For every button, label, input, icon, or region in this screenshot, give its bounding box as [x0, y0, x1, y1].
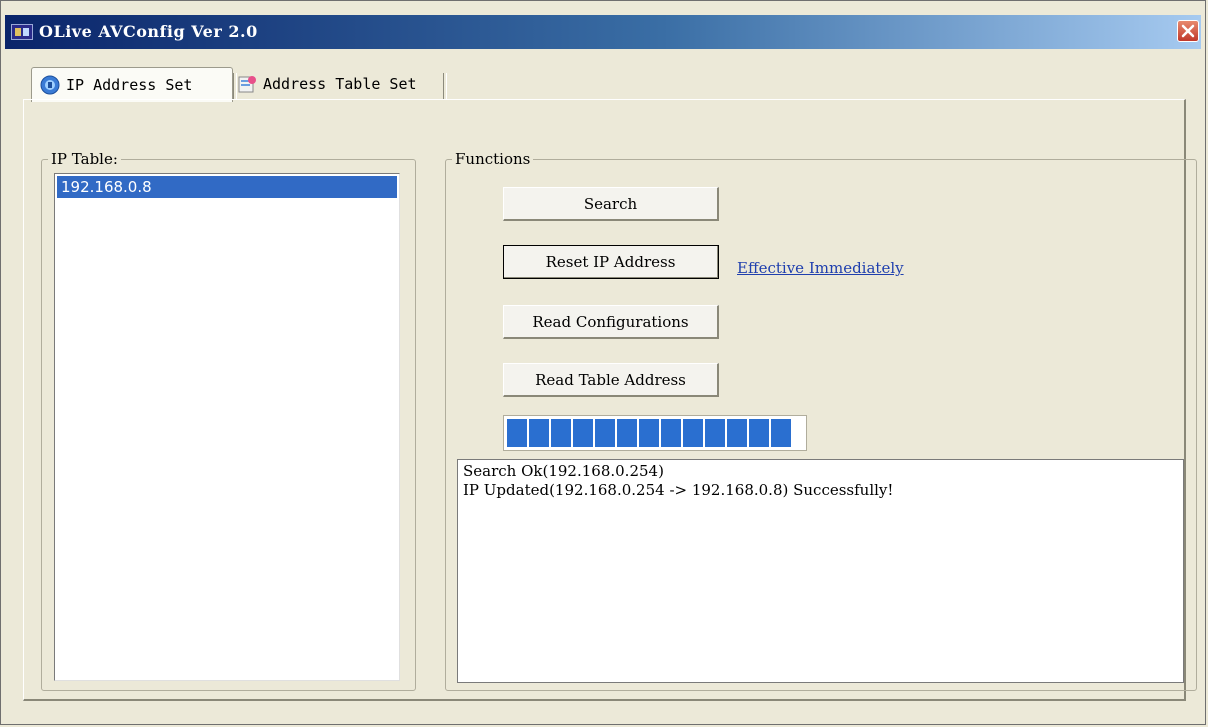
log-output[interactable]: Search Ok(192.168.0.254) IP Updated(192.… [457, 459, 1184, 683]
app-window: OLive AVConfig Ver 2.0 IP Address Set Ad… [0, 0, 1206, 725]
progress-block [617, 419, 637, 447]
tab-separator [443, 73, 447, 99]
progress-block [529, 419, 549, 447]
close-icon [1181, 24, 1195, 38]
progress-block [705, 419, 725, 447]
ip-table-title: IP Table: [48, 150, 121, 168]
progress-fill [507, 419, 803, 447]
progress-block [661, 419, 681, 447]
log-line: IP Updated(192.168.0.254 -> 192.168.0.8)… [463, 481, 894, 499]
read-table-address-button[interactable]: Read Table Address [503, 363, 719, 397]
tab-label: IP Address Set [66, 76, 193, 94]
list-item[interactable]: 192.168.0.8 [57, 176, 397, 198]
ip-table-list[interactable]: 192.168.0.8 [54, 173, 400, 681]
progress-block [507, 419, 527, 447]
progress-bar [503, 415, 807, 451]
progress-block [771, 419, 791, 447]
progress-block [683, 419, 703, 447]
search-button[interactable]: Search [503, 187, 719, 221]
progress-block [595, 419, 615, 447]
progress-block [749, 419, 769, 447]
tab-address-table-set[interactable]: Address Table Set [229, 67, 443, 101]
ip-address-icon [40, 75, 60, 95]
address-table-icon [238, 76, 256, 93]
tab-label: Address Table Set [263, 75, 417, 93]
read-configurations-button[interactable]: Read Configurations [503, 305, 719, 339]
effective-immediately-link[interactable]: Effective Immediately [737, 259, 904, 277]
log-line: Search Ok(192.168.0.254) [463, 462, 664, 480]
close-button[interactable] [1177, 20, 1199, 42]
window-title: OLive AVConfig Ver 2.0 [39, 22, 258, 41]
app-icon [11, 24, 33, 40]
progress-block [727, 419, 747, 447]
progress-block [551, 419, 571, 447]
functions-title: Functions [452, 150, 534, 168]
tab-ip-address-set[interactable]: IP Address Set [31, 67, 233, 102]
title-bar[interactable]: OLive AVConfig Ver 2.0 [5, 15, 1201, 49]
progress-block [573, 419, 593, 447]
progress-block [639, 419, 659, 447]
reset-ip-address-button[interactable]: Reset IP Address [503, 245, 719, 279]
